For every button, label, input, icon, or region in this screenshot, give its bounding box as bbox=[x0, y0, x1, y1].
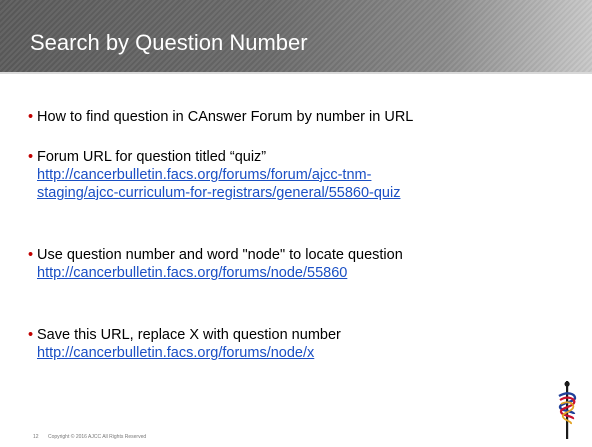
node-x-url-link[interactable]: http://cancerbulletin.facs.org/forums/no… bbox=[28, 344, 580, 362]
slide: Search by Question Number How to find qu… bbox=[0, 0, 592, 447]
page-title: Search by Question Number bbox=[30, 30, 308, 55]
title-bar: Search by Question Number bbox=[0, 0, 592, 72]
node-url-link[interactable]: http://cancerbulletin.facs.org/forums/no… bbox=[28, 264, 580, 282]
bullet-text: How to find question in CAnswer Forum by… bbox=[28, 108, 580, 126]
bullet-text: Use question number and word "node" to l… bbox=[28, 246, 580, 264]
bullet-text: Forum URL for question titled “quiz” bbox=[28, 148, 580, 166]
ajcc-logo-icon bbox=[558, 381, 577, 439]
list-item: Forum URL for question titled “quiz” htt… bbox=[28, 148, 580, 202]
list-item: Save this URL, replace X with question n… bbox=[28, 326, 580, 362]
divider bbox=[0, 72, 592, 74]
forum-url-link-line-1[interactable]: http://cancerbulletin.facs.org/forums/fo… bbox=[28, 166, 580, 184]
forum-url-link-line-2[interactable]: staging/ajcc-curriculum-for-registrars/g… bbox=[28, 184, 580, 202]
page-number: 12 bbox=[33, 434, 39, 440]
footer: 12 Copyright © 2016 AJCC All Rights Rese… bbox=[33, 434, 154, 440]
copyright-text: Copyright © 2016 AJCC All Rights Reserve… bbox=[47, 434, 147, 440]
list-item: How to find question in CAnswer Forum by… bbox=[28, 108, 580, 126]
bullet-text: Save this URL, replace X with question n… bbox=[28, 326, 580, 344]
list-item: Use question number and word "node" to l… bbox=[28, 246, 580, 282]
